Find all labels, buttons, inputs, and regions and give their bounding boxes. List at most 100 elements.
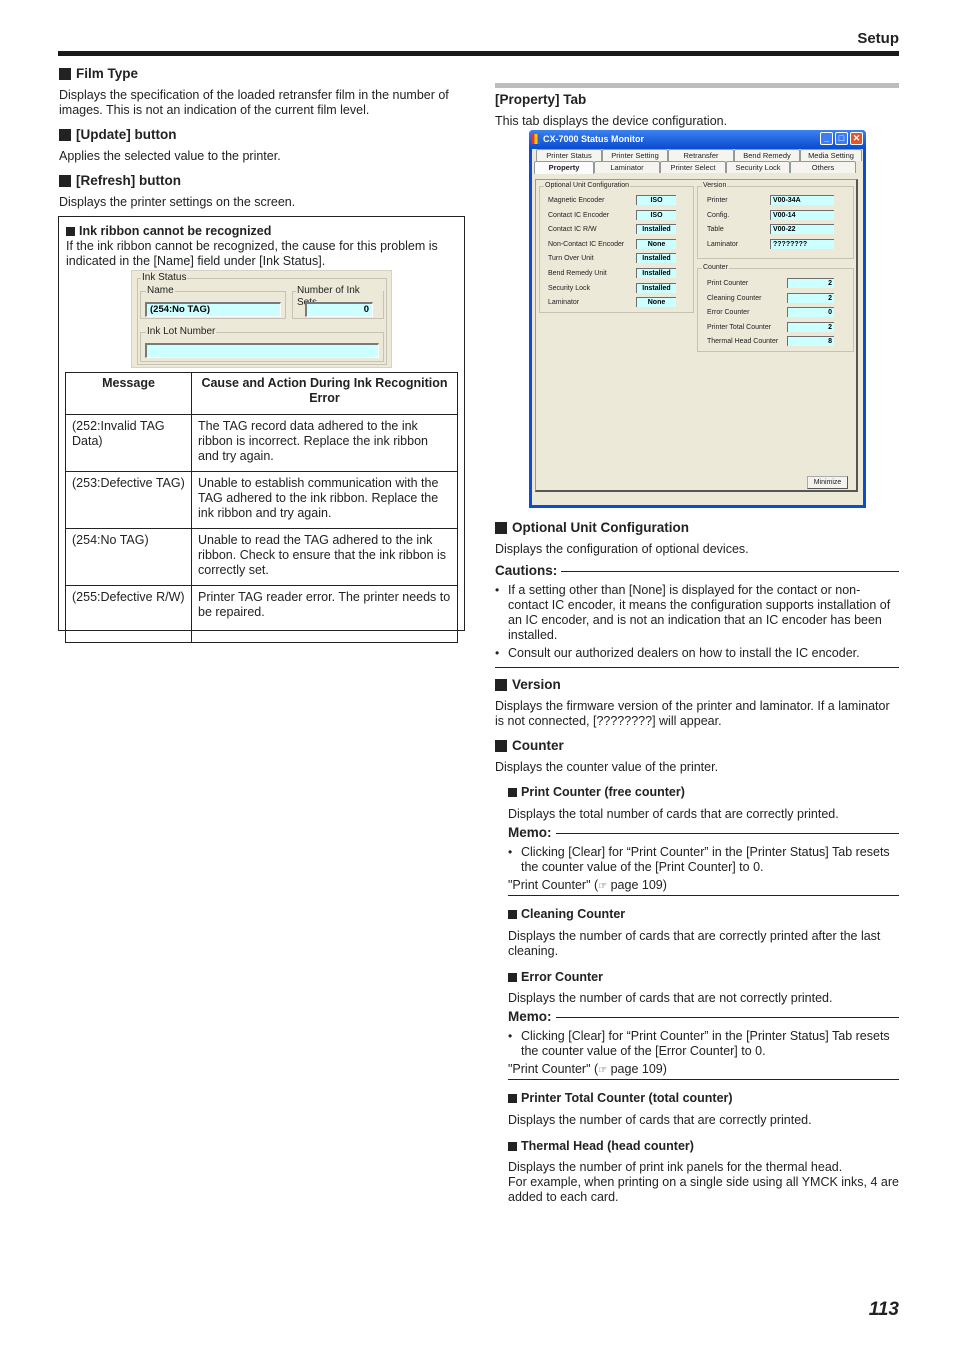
cautions-item: Consult our authorized dealers on how to… [495, 646, 899, 661]
thermal-head-example: For example, when printing on a single s… [508, 1175, 899, 1205]
update-button-section: [Update] button Applies the selected val… [59, 127, 464, 164]
page-number: 113 [868, 1299, 899, 1320]
field-label: Thermal Head Counter [707, 338, 779, 346]
rule-line [555, 1017, 899, 1019]
tabs-row-1: Printer Status Printer Setting Retransfe… [536, 149, 862, 161]
thermal-head-text: Displays the number of print ink panels … [508, 1160, 843, 1175]
section-rule [495, 83, 899, 88]
field-value[interactable]: V00-14 [770, 209, 834, 220]
film-type-heading: Film Type [59, 66, 464, 83]
version-text: Displays the firmware version of the pri… [495, 698, 890, 728]
table-row: (254:No TAG) Unable to read the TAG adhe… [65, 528, 458, 586]
field-value[interactable]: None [636, 297, 676, 308]
square-bullet-icon [59, 175, 71, 188]
field-value[interactable]: V00-22 [770, 224, 834, 235]
tab-printer-status[interactable]: Printer Status [536, 149, 602, 161]
tab-printer-select[interactable]: Printer Select [660, 161, 726, 173]
ink-name-field[interactable]: (254:No TAG) [145, 302, 281, 317]
ink-status-group: Ink Status Name (254:No TAG) Number of I… [137, 272, 387, 365]
refresh-button-heading: [Refresh] button [59, 173, 464, 190]
memo-item: Clicking [Clear] for “Print Counter” in … [508, 1029, 899, 1059]
table-header-row: Message Cause and Action During Ink Reco… [65, 372, 458, 415]
table-cell-message: (252:Invalid TAG Data) [65, 414, 192, 472]
square-bullet-icon [495, 679, 507, 692]
film-type-text: Displays the specification of the loaded… [59, 87, 449, 117]
app-icon [532, 134, 540, 144]
pointing-hand-icon: ☞ [598, 1065, 608, 1077]
right-column-body: Optional Unit Configuration Displays the… [495, 520, 899, 1205]
thermal-head-heading: Thermal Head (head counter) [508, 1139, 899, 1155]
property-tab-panel: Optional Unit Configuration Magnetic Enc… [535, 179, 858, 492]
memo-end-rule [508, 1079, 899, 1081]
table-row: (253:Defective TAG) Unable to establish … [65, 471, 458, 529]
counter-heading: Counter [495, 738, 899, 755]
status-monitor-window: CX-7000 Status Monitor _ □ ✕ Printer Sta… [529, 130, 866, 508]
table-cell-cause: Unable to read the TAG adhered to the in… [191, 528, 458, 586]
window-titlebar[interactable]: CX-7000 Status Monitor _ □ ✕ [529, 130, 866, 149]
memo-end-rule [508, 895, 899, 896]
tab-retransfer[interactable]: Retransfer [668, 149, 734, 161]
square-bullet-icon [495, 740, 507, 753]
print-counter-heading: Print Counter (free counter) [508, 785, 899, 801]
square-bullet-icon [59, 129, 71, 142]
ink-error-table: Message Cause and Action During Ink Reco… [65, 372, 458, 643]
print-counter-text: Displays the total number of cards that … [508, 807, 839, 822]
field-value[interactable]: ???????? [770, 238, 834, 249]
cautions-heading: Cautions: [495, 563, 899, 580]
field-value[interactable]: Installed [636, 253, 676, 264]
memo-heading: Memo: [508, 1009, 899, 1026]
field-label: Turn Over Unit [548, 255, 594, 263]
header-rule [58, 51, 899, 56]
square-bullet-icon [66, 227, 75, 237]
field-value[interactable]: 2 [787, 278, 834, 288]
field-label: Security Lock [548, 284, 591, 292]
tab-security-lock[interactable]: Security Lock [726, 161, 790, 173]
rule-line [561, 570, 899, 572]
pointing-hand-icon: ☞ [598, 881, 608, 892]
square-bullet-icon [59, 68, 71, 81]
optional-unit-group: Optional Unit Configuration Magnetic Enc… [539, 181, 694, 313]
field-value[interactable]: ISO [636, 209, 676, 220]
window-body: Printer Status Printer Setting Retransfe… [532, 149, 863, 505]
field-label: Laminator [707, 240, 739, 248]
field-value[interactable]: Installed [636, 268, 676, 278]
ink-sets-field[interactable]: 0 [305, 302, 373, 317]
tab-printer-setting[interactable]: Printer Setting [602, 149, 668, 161]
memo-list: Clicking [Clear] for “Print Counter” in … [508, 1029, 899, 1059]
field-value[interactable]: 2 [787, 321, 834, 332]
maximize-window-icon[interactable]: □ [835, 132, 848, 145]
field-value[interactable]: None [636, 238, 676, 249]
field-value[interactable]: ISO [636, 195, 676, 205]
field-label: Table [707, 226, 724, 234]
print-counter-reference-link[interactable]: "Print Counter" (☞ page 109) [508, 1062, 899, 1078]
table-header-cause: Cause and Action During Ink Recognition … [191, 372, 458, 415]
version-heading: Version [495, 677, 899, 694]
field-value[interactable]: V00-34A [770, 195, 834, 205]
table-row: (252:Invalid TAG Data) The TAG record da… [65, 414, 458, 472]
tab-others[interactable]: Others [790, 161, 856, 173]
tab-laminator[interactable]: Laminator [594, 161, 660, 173]
ink-sets-group: Number of Ink Sets 0 [292, 285, 384, 319]
print-counter-reference-link[interactable]: "Print Counter" (☞ page 109) [508, 878, 899, 894]
cautions-end-rule [495, 666, 899, 668]
tab-bend-remedy[interactable]: Bend Remedy [734, 149, 800, 161]
memo-item: Clicking [Clear] for “Print Counter” in … [508, 845, 899, 875]
field-value[interactable]: 2 [787, 292, 834, 303]
right-column-top: [Property] Tab This tab displays the dev… [495, 83, 899, 130]
minimize-button[interactable]: Minimize [807, 476, 848, 489]
field-value[interactable]: 8 [787, 336, 834, 347]
tab-property[interactable]: Property [534, 161, 594, 174]
ink-lot-field[interactable] [145, 343, 379, 358]
close-window-icon[interactable]: ✕ [850, 132, 863, 145]
field-value[interactable]: Installed [636, 224, 676, 235]
square-bullet-icon [508, 1142, 517, 1152]
error-counter-text: Displays the number of cards that are no… [508, 991, 833, 1006]
minimize-window-icon[interactable]: _ [820, 132, 833, 145]
field-label: Laminator [548, 299, 580, 307]
ink-status-screenshot: Ink Status Name (254:No TAG) Number of I… [131, 270, 392, 368]
table-row: (255:Defective R/W) Printer TAG reader e… [65, 585, 458, 643]
tab-media-setting[interactable]: Media Setting [800, 149, 862, 161]
field-value[interactable]: Installed [636, 282, 676, 293]
square-bullet-icon [495, 522, 507, 535]
field-value[interactable]: 0 [787, 307, 834, 318]
